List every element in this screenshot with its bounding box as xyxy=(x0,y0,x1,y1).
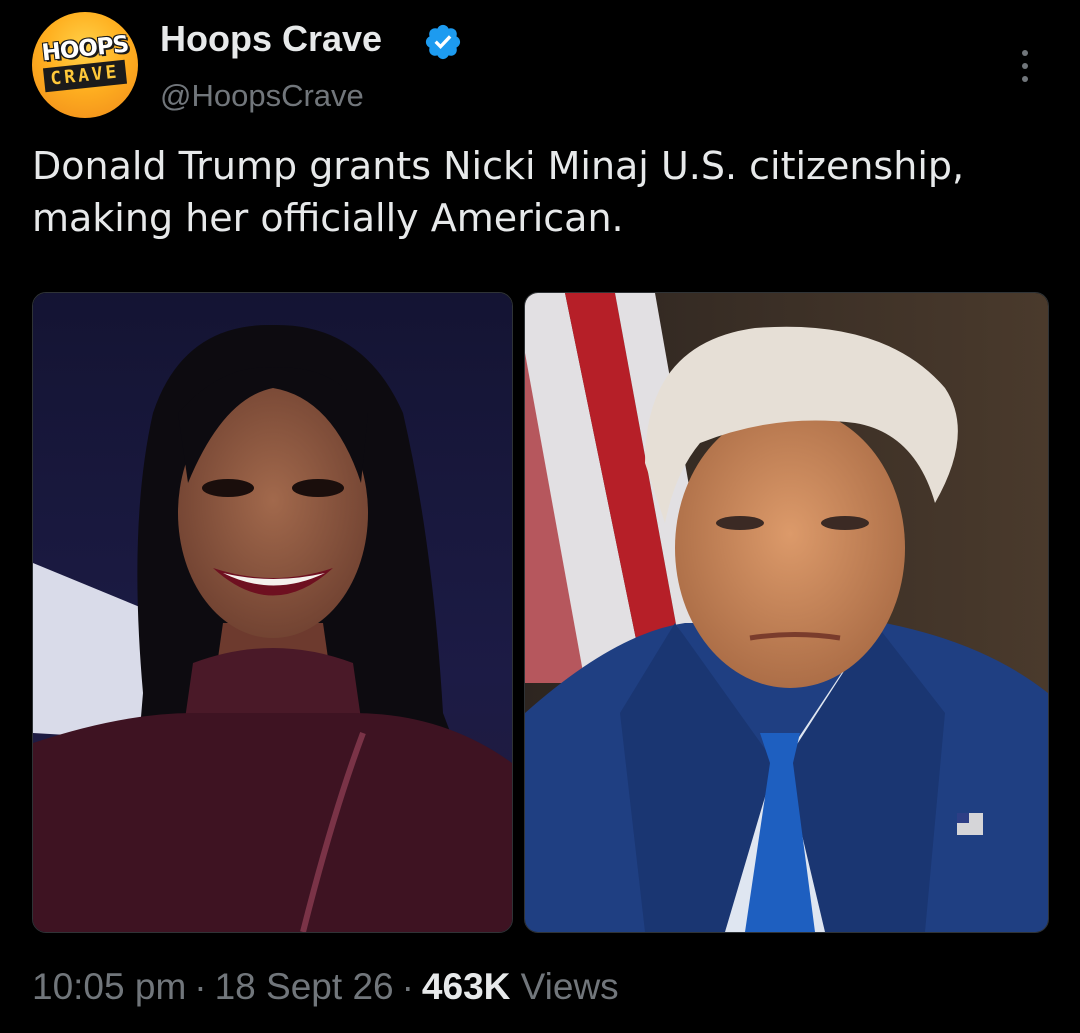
tweet-date[interactable]: 18 Sept 26 xyxy=(215,966,394,1007)
donald-trump-photo xyxy=(525,293,1048,932)
tweet-text: Donald Trump grants Nicki Minaj U.S. cit… xyxy=(32,144,965,240)
meta-separator: · xyxy=(194,966,207,1007)
author-handle[interactable]: @HoopsCrave xyxy=(160,78,364,114)
more-options-icon[interactable] xyxy=(1010,44,1040,88)
avatar[interactable]: HOOPS CRAVE xyxy=(32,12,138,118)
nicki-minaj-photo xyxy=(33,293,512,932)
tweet: HOOPS CRAVE Hoops Crave @HoopsCrave Dona… xyxy=(0,0,1080,1033)
author-display-name[interactable]: Hoops Crave xyxy=(160,18,382,60)
views-label: Views xyxy=(520,966,619,1007)
views-count: 463K xyxy=(421,966,511,1007)
meta-separator: · xyxy=(401,966,414,1007)
tweet-photo-left[interactable] xyxy=(32,292,513,933)
verified-badge-icon xyxy=(425,24,461,60)
tweet-time[interactable]: 10:05 pm xyxy=(32,966,186,1007)
tweet-photo-right[interactable] xyxy=(524,292,1049,933)
tweet-meta: 10:05 pm · 18 Sept 26 · 463K Views xyxy=(32,966,619,1008)
